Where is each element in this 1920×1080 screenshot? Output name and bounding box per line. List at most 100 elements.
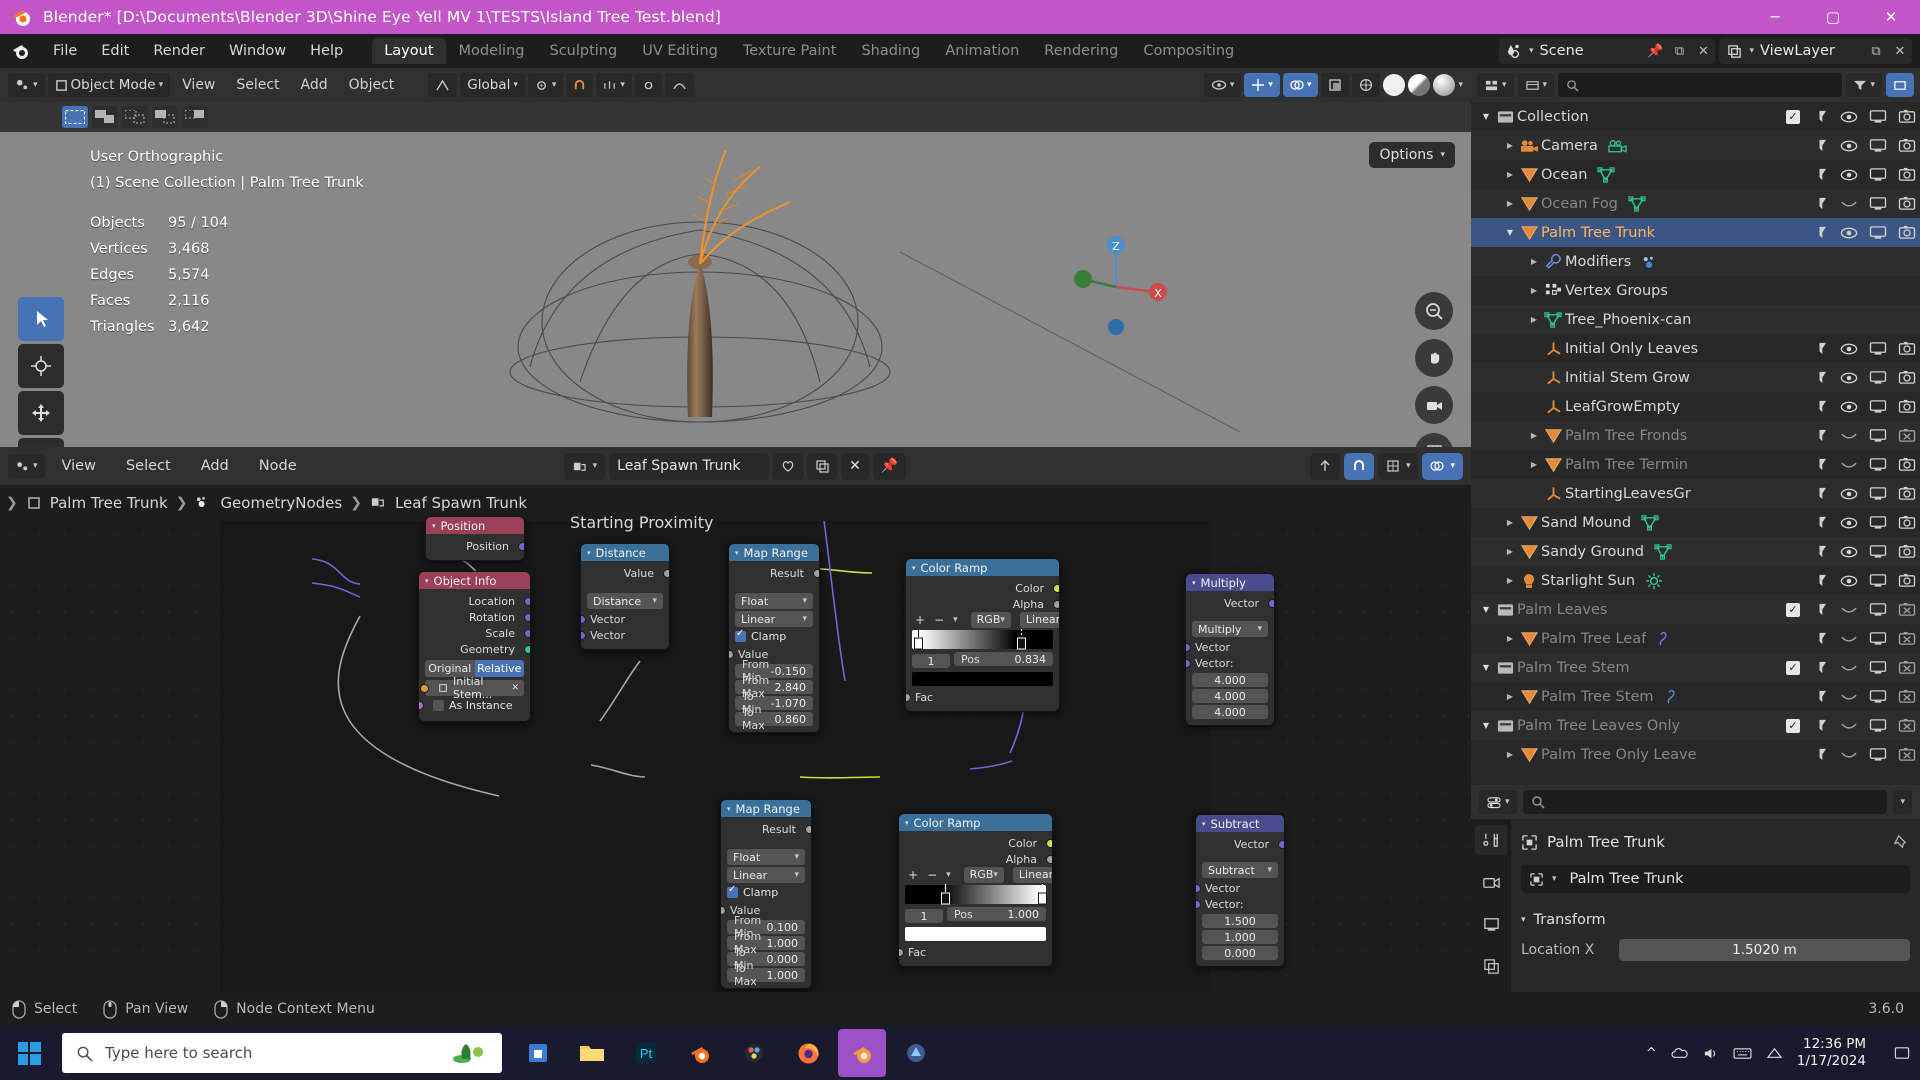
socket-dot[interactable] <box>524 612 530 622</box>
camera-icon[interactable] <box>1897 542 1916 561</box>
outliner-row[interactable]: ▶ Palm Tree Termin <box>1471 450 1920 479</box>
socket-in-vector-a[interactable]: Vector <box>581 611 663 627</box>
vector-value-z[interactable]: 0.000 <box>1202 946 1278 960</box>
screen-icon[interactable] <box>1868 339 1887 358</box>
socket-dot[interactable] <box>1278 839 1284 849</box>
socket-dot[interactable] <box>899 947 904 957</box>
socket-out-result[interactable]: Result <box>735 565 819 581</box>
eye-closed-icon[interactable] <box>1839 687 1858 706</box>
filter-icon[interactable] <box>1810 455 1829 474</box>
node-object-info[interactable]: ▾ Object Info Location Rotation Scale Geo… <box>418 571 531 722</box>
select-mode-box[interactable] <box>92 106 118 128</box>
outliner-row[interactable]: ▶ Tree_Phoenix-can <box>1471 305 1920 334</box>
socket-in-vector-b[interactable]: Vector <box>581 627 663 643</box>
proportional-falloff-icon[interactable] <box>664 73 694 97</box>
menu-help[interactable]: Help <box>299 39 354 63</box>
filter-icon[interactable] <box>1810 397 1829 416</box>
node-tree-name-field[interactable]: Leaf Spawn Trunk <box>609 452 770 480</box>
socket-dot[interactable] <box>663 568 669 578</box>
zoom-button[interactable] <box>1415 292 1453 330</box>
outliner-row[interactable]: ▶ Palm Tree Leaf <box>1471 624 1920 653</box>
mesh-green-icon[interactable] <box>1628 195 1646 212</box>
socket-in-vector-2[interactable]: Vector: <box>1186 655 1268 671</box>
node-distance[interactable]: ▾ Distance Value Distance ▾ Vector Vector <box>580 543 670 650</box>
tab-animation[interactable]: Animation <box>933 38 1031 64</box>
filter-icon[interactable] <box>1810 542 1829 561</box>
vector-value-y[interactable]: 4.000 <box>1192 689 1268 703</box>
filter-icon[interactable] <box>1810 223 1829 242</box>
camera-icon[interactable] <box>1897 136 1916 155</box>
socket-in-fac[interactable]: Fac <box>899 944 1046 960</box>
socket-dot[interactable] <box>419 701 424 710</box>
color-mode-selector[interactable]: RGB ▾ <box>970 611 1011 628</box>
delete-viewlayer-icon[interactable]: ✕ <box>1888 44 1912 59</box>
breadcrumb-item-modifier[interactable]: GeometryNodes <box>195 494 342 512</box>
disclosure-triangle-icon[interactable]: ▶ <box>1527 257 1541 266</box>
node-editor-type-selector[interactable]: ▾ <box>8 454 45 478</box>
disclosure-triangle-icon[interactable]: ▼ <box>1479 721 1493 730</box>
camera-icon[interactable] <box>1897 368 1916 387</box>
curve-blue-icon[interactable] <box>1664 688 1681 705</box>
outliner-row[interactable]: ▶ Palm Tree Only Leave <box>1471 740 1920 769</box>
collection-checkbox[interactable]: ✓ <box>1786 660 1800 675</box>
geometry-node-editor[interactable]: ▾ View Select Add Node ▾ Leaf Spawn Trun… <box>0 447 1471 992</box>
screen-icon[interactable] <box>1868 658 1887 677</box>
eye-closed-icon[interactable] <box>1839 629 1858 648</box>
screen-icon[interactable] <box>1868 629 1887 648</box>
outliner-row[interactable]: ▶ Vertex Groups <box>1471 276 1920 305</box>
mesh-green-icon[interactable] <box>1597 166 1616 183</box>
socket-out-alpha[interactable]: Alpha <box>912 596 1059 612</box>
breadcrumb-item-nodetree[interactable]: Leaf Spawn Trunk <box>370 494 527 512</box>
tab-compositing[interactable]: Compositing <box>1131 38 1246 64</box>
transform-orientation-selector[interactable]: Global ▾ <box>460 73 525 97</box>
shading-material-icon[interactable] <box>1408 74 1431 96</box>
node-menu-add[interactable]: Add <box>188 454 242 478</box>
collection-checkbox[interactable]: ✓ <box>1786 602 1800 617</box>
select-mode-lasso[interactable] <box>152 106 178 128</box>
camera-icon[interactable] <box>1897 571 1916 590</box>
sun-green-icon[interactable] <box>1645 572 1663 590</box>
taskbar-app-generic-icon[interactable] <box>892 1029 940 1077</box>
eye-closed-icon[interactable] <box>1839 658 1858 677</box>
camera-icon[interactable] <box>1897 107 1916 126</box>
select-mode-tweak[interactable] <box>62 106 88 128</box>
tab-tool[interactable] <box>1475 825 1507 855</box>
outliner-row[interactable]: ▼ Palm Leaves ✓ <box>1471 595 1920 624</box>
node-color-ramp-top-header[interactable]: ▾ Color Ramp <box>906 559 1059 576</box>
tool-rotate[interactable] <box>18 438 64 447</box>
xray-toggle-icon[interactable] <box>1321 73 1350 97</box>
snap-target-selector[interactable]: ▾ <box>596 73 632 97</box>
screen-icon[interactable] <box>1868 513 1887 532</box>
camera-off-icon[interactable] <box>1897 600 1916 619</box>
visibility-icon[interactable]: ▾ <box>1203 73 1242 97</box>
properties-name-field[interactable]: ▾ Palm Tree Trunk <box>1521 865 1910 893</box>
gizmo-toggle-icon[interactable]: ▾ <box>1244 73 1280 97</box>
disclosure-triangle-icon[interactable]: ▶ <box>1503 750 1517 759</box>
node-map-range-bottom-header[interactable]: ▾ Map Range <box>721 800 811 817</box>
outliner-search-input[interactable] <box>1558 73 1843 97</box>
screen-icon[interactable] <box>1868 368 1887 387</box>
shading-rendered-icon[interactable] <box>1433 74 1456 96</box>
socket-dot[interactable] <box>1053 583 1059 593</box>
camera-off-icon[interactable] <box>1897 745 1916 764</box>
socket-out-rotation[interactable]: Rotation <box>425 609 530 625</box>
socket-dot[interactable] <box>518 541 524 551</box>
socket-dot[interactable] <box>524 628 530 638</box>
outliner-row[interactable]: ▶ Ocean Fog <box>1471 189 1920 218</box>
pivot-point-selector[interactable]: ▾ <box>527 73 564 97</box>
ramp-pos-field[interactable]: Pos 0.834 <box>954 652 1053 666</box>
camera-icon[interactable] <box>1897 165 1916 184</box>
filter-icon[interactable] <box>1810 571 1829 590</box>
outliner-row[interactable]: ▶ Palm Tree Fronds <box>1471 421 1920 450</box>
node-canvas[interactable]: Starting Proximity ▾ Position Position ▾… <box>0 513 1471 992</box>
socket-dot[interactable] <box>1046 854 1052 864</box>
viewport-menu-object[interactable]: Object <box>340 77 404 93</box>
socket-dot[interactable] <box>1186 658 1191 668</box>
outliner[interactable]: ▾ ▾ ▾ ▼ Collection ✓ ▶ Camera ▶ Ocean ▶ Ocean Fo… <box>1471 68 1920 785</box>
socket-in-vector-1[interactable]: Vector <box>1196 880 1278 896</box>
socket-dot[interactable] <box>1196 899 1201 909</box>
notifications-icon[interactable] <box>1894 1045 1910 1062</box>
socket-dot[interactable] <box>813 568 819 578</box>
screen-icon[interactable] <box>1868 600 1887 619</box>
outliner-row[interactable]: ▶ Palm Tree Stem <box>1471 682 1920 711</box>
